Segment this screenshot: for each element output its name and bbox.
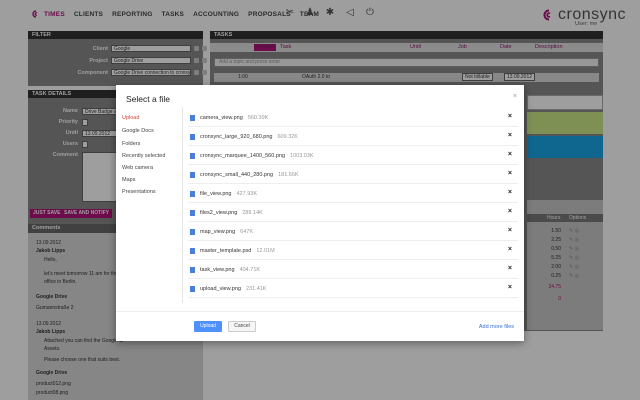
remove-file-icon[interactable]: ×: [508, 189, 512, 196]
remove-file-icon[interactable]: ×: [508, 113, 512, 120]
file-name: cronsync_marquee_1400_560.png: [200, 153, 286, 159]
file-name: map_view.png: [200, 229, 236, 235]
file-icon: [190, 286, 195, 292]
sidebar-item-google-docs[interactable]: Google Docs: [122, 128, 154, 134]
file-name: files2_view.png: [200, 210, 238, 216]
remove-file-icon[interactable]: ×: [508, 170, 512, 177]
remove-file-icon[interactable]: ×: [508, 246, 512, 253]
sidebar-divider: [182, 107, 183, 303]
file-size: 1003.03K: [290, 153, 314, 159]
file-name: file_view.png: [200, 191, 232, 197]
file-name: cronsync_large_920_680.png: [200, 134, 273, 140]
file-row[interactable]: cronsync_marquee_1400_560.png 1003.03K ×: [188, 147, 518, 165]
sidebar-item-folders[interactable]: Folders: [122, 141, 140, 147]
file-icon: [190, 267, 195, 273]
dialog-footer: Upload Cancel Add more files: [116, 311, 524, 341]
file-icon: [190, 191, 195, 197]
file-size: 231.41K: [245, 286, 267, 292]
cancel-button[interactable]: Cancel: [228, 321, 256, 332]
file-name: camera_view.png: [200, 115, 243, 121]
remove-file-icon[interactable]: ×: [508, 132, 512, 139]
file-icon: [190, 210, 195, 216]
file-row[interactable]: map_view.png 647K ×: [188, 223, 518, 241]
file-row[interactable]: camera_view.png 560.39K ×: [188, 109, 518, 127]
file-name: cronsync_small_440_280.png: [200, 172, 274, 178]
file-name: master_template.psd: [200, 248, 252, 254]
sidebar-item-web-camera[interactable]: Web camera: [122, 165, 153, 171]
sidebar-item-recently-selected[interactable]: Recently selected: [122, 153, 165, 159]
file-size: 427.93K: [236, 191, 258, 197]
file-row[interactable]: task_view.png 404.71K ×: [188, 261, 518, 279]
file-row[interactable]: master_template.psd 12.01M ×: [188, 242, 518, 260]
remove-file-icon[interactable]: ×: [508, 151, 512, 158]
file-size: 647K: [240, 229, 254, 235]
file-icon: [190, 115, 195, 121]
file-size: 560.39K: [247, 115, 269, 121]
file-row[interactable]: cronsync_large_920_680.png 609.32K ×: [188, 128, 518, 146]
file-row[interactable]: files2_view.png 289.14K ×: [188, 204, 518, 222]
file-name: task_view.png: [200, 267, 235, 273]
remove-file-icon[interactable]: ×: [508, 284, 512, 291]
dialog-sidebar: Upload Google Docs Folders Recently sele…: [116, 109, 180, 299]
file-name: upload_view.png: [200, 286, 241, 292]
sidebar-item-presentations[interactable]: Presentations: [122, 189, 156, 195]
file-row[interactable]: upload_view.png 231.41K ×: [188, 280, 518, 298]
sidebar-item-maps[interactable]: Maps: [122, 177, 135, 183]
file-icon: [190, 172, 195, 178]
file-icon: [190, 134, 195, 140]
file-icon: [190, 248, 195, 254]
close-icon[interactable]: ×: [513, 93, 517, 100]
file-row[interactable]: cronsync_small_440_280.png 181.66K ×: [188, 166, 518, 184]
remove-file-icon[interactable]: ×: [508, 265, 512, 272]
file-size: 12.01M: [256, 248, 275, 254]
file-picker-dialog: Select a file × Upload Google Docs Folde…: [116, 85, 524, 341]
upload-button[interactable]: Upload: [194, 321, 222, 332]
sidebar-item-upload[interactable]: Upload: [122, 115, 139, 121]
file-row[interactable]: file_view.png 427.93K ×: [188, 185, 518, 203]
add-more-files-link[interactable]: Add more files: [479, 324, 514, 330]
file-icon: [190, 153, 195, 159]
file-size: 289.14K: [242, 210, 263, 216]
dialog-title: Select a file: [126, 94, 170, 104]
file-size: 181.66K: [278, 172, 299, 178]
file-size: 609.32K: [277, 134, 298, 140]
remove-file-icon[interactable]: ×: [508, 227, 512, 234]
file-size: 404.71K: [239, 267, 261, 273]
file-icon: [190, 229, 195, 235]
remove-file-icon[interactable]: ×: [508, 208, 512, 215]
